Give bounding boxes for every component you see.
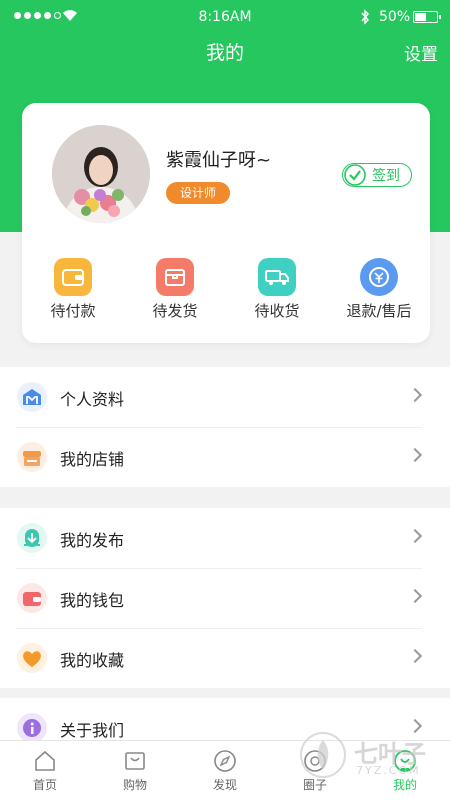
chevron-right-icon — [407, 588, 423, 604]
menu-item-profile[interactable]: 个人资料 — [0, 367, 450, 427]
chevron-right-icon — [407, 648, 423, 664]
profile-card: 紫霞仙子呀~ 设计师 签到 待付款 待发货 待收货 退款/售后 — [22, 103, 430, 343]
tab-discover[interactable]: 发现 — [180, 741, 270, 800]
order-pending-payment[interactable]: 待付款 — [22, 253, 124, 323]
username: 紫霞仙子呀~ — [166, 150, 272, 171]
tab-label: 发现 — [212, 778, 237, 792]
order-shortcuts: 待付款 待发货 待收货 退款/售后 — [22, 253, 430, 323]
tab-label: 购物 — [122, 778, 147, 792]
refund-icon — [360, 258, 398, 296]
order-refund[interactable]: 退款/售后 — [328, 253, 430, 323]
menu-item-publish[interactable]: 我的发布 — [0, 508, 450, 568]
tab-shopping[interactable]: 购物 — [90, 741, 180, 800]
bluetooth-icon — [361, 9, 370, 25]
page-title: 我的 — [205, 42, 244, 64]
order-label: 待发货 — [152, 302, 198, 320]
leaf-logo-icon — [300, 732, 346, 778]
info-icon — [17, 713, 47, 740]
order-pending-receipt[interactable]: 待收货 — [226, 253, 328, 323]
store-icon — [17, 442, 47, 472]
wallet-icon — [54, 258, 92, 296]
wallet-icon — [17, 583, 47, 613]
battery-icon — [413, 11, 441, 23]
menu-item-label: 我的收藏 — [60, 651, 125, 670]
chevron-right-icon — [407, 447, 423, 463]
menu-group-1: 个人资料 我的店铺 — [0, 367, 450, 487]
order-label: 退款/售后 — [346, 302, 412, 320]
menu-item-label: 我的钱包 — [60, 591, 125, 610]
menu-item-label: 关于我们 — [60, 721, 125, 740]
profile-icon — [17, 382, 47, 412]
home-icon — [35, 750, 55, 771]
menu-item-label: 我的店铺 — [60, 450, 125, 469]
shopping-icon — [125, 752, 145, 770]
heart-icon — [17, 643, 47, 673]
menu-item-label: 我的发布 — [60, 531, 125, 550]
menu-item-store[interactable]: 我的店铺 — [0, 427, 450, 487]
order-label: 待收货 — [254, 302, 300, 320]
watermark-sub: 7YZ.COM — [356, 764, 421, 777]
checkin-button[interactable]: 签到 — [342, 163, 412, 187]
tab-home[interactable]: 首页 — [0, 741, 90, 800]
menu-item-label: 个人资料 — [60, 390, 125, 409]
chevron-right-icon — [407, 528, 423, 544]
truck-icon — [258, 258, 296, 296]
menu-item-wallet[interactable]: 我的钱包 — [0, 568, 450, 628]
status-bar: 8:16AM 50% — [0, 0, 450, 34]
tab-label: 首页 — [32, 778, 57, 792]
check-icon — [344, 164, 366, 186]
battery-percent: 50% — [379, 9, 411, 25]
menu-group-2: 我的发布 我的钱包 我的收藏 — [0, 508, 450, 688]
checkin-label: 签到 — [372, 168, 400, 184]
settings-button[interactable]: 设置 — [404, 40, 438, 65]
avatar[interactable] — [52, 125, 150, 223]
watermark: 七叶子 7YZ.COM — [298, 722, 443, 782]
compass-icon — [214, 750, 236, 772]
chevron-right-icon — [407, 387, 423, 403]
order-pending-shipment[interactable]: 待发货 — [124, 253, 226, 323]
box-icon — [156, 258, 194, 296]
menu-item-favorites[interactable]: 我的收藏 — [0, 628, 450, 688]
publish-icon — [17, 523, 47, 553]
role-badge: 设计师 — [166, 182, 231, 204]
order-label: 待付款 — [50, 302, 96, 320]
